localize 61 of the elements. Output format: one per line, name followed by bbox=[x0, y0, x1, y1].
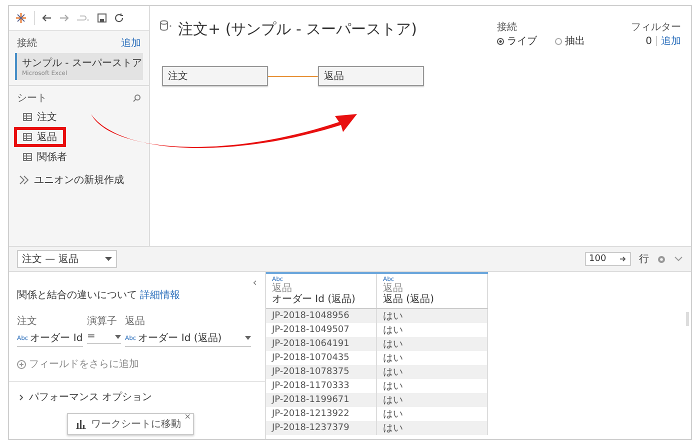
table-cell: JP-2018-1078375 bbox=[266, 365, 376, 379]
table-icon bbox=[23, 133, 32, 141]
chevron-down-icon[interactable] bbox=[674, 256, 683, 262]
join-field-dropdown[interactable]: = bbox=[87, 330, 121, 344]
union-icon bbox=[19, 175, 29, 185]
table-icon bbox=[23, 113, 32, 121]
search-icon[interactable] bbox=[133, 94, 141, 102]
connection-label: 接続 bbox=[497, 20, 518, 34]
table-node[interactable]: 返品 bbox=[318, 66, 424, 86]
collapse-button[interactable]: ‹ bbox=[252, 276, 257, 289]
join-column-header: 演算子 bbox=[87, 314, 118, 328]
connection-mode-radio[interactable]: ライブ bbox=[497, 34, 537, 48]
table-cell: はい bbox=[376, 308, 488, 323]
bar-chart-icon bbox=[76, 420, 86, 428]
save-icon[interactable] bbox=[97, 13, 107, 23]
table-icon bbox=[23, 153, 32, 161]
settings-icon[interactable] bbox=[657, 254, 666, 264]
refresh-icon[interactable] bbox=[114, 13, 124, 23]
rows-label: 行 bbox=[639, 253, 649, 266]
back-icon[interactable] bbox=[42, 13, 52, 23]
connections-label: 接続 bbox=[17, 36, 37, 50]
chevron-right-icon bbox=[19, 394, 24, 400]
rows-input[interactable]: 100 bbox=[585, 252, 631, 266]
table-cell: JP-2018-1237379 bbox=[266, 421, 376, 435]
data-source-title[interactable]: 注文+ (サンプル - スーパーストア) bbox=[178, 20, 417, 39]
filter-count: 0 bbox=[646, 36, 652, 46]
sheet-item[interactable]: 関係者 bbox=[14, 147, 76, 167]
database-icon bbox=[160, 20, 172, 31]
table-cell: JP-2018-1064191 bbox=[266, 337, 376, 351]
redo-icon[interactable] bbox=[76, 13, 90, 23]
table-cell: JP-2018-1199671 bbox=[266, 393, 376, 407]
new-union-item[interactable]: ユニオンの新規作成 bbox=[9, 167, 149, 193]
table-cell: はい bbox=[376, 393, 488, 407]
add-connection-link[interactable]: 追加 bbox=[121, 36, 141, 50]
details-link[interactable]: 詳細情報 bbox=[140, 288, 180, 302]
worksheet-tooltip[interactable]: ワークシートに移動 × bbox=[67, 413, 194, 435]
table-cell: JP-2018-1048956 bbox=[266, 308, 376, 323]
table-cell: はい bbox=[376, 365, 488, 379]
logo-icon bbox=[15, 12, 27, 24]
sheets-label: シート bbox=[17, 92, 47, 105]
dropdown-caret-icon bbox=[245, 336, 251, 340]
plus-circle-icon bbox=[17, 360, 26, 368]
sheet-item[interactable]: 返品 bbox=[14, 127, 66, 147]
relationship-info-text: 関係と結合の違いについて bbox=[17, 288, 137, 302]
sheet-item[interactable]: 注文 bbox=[14, 107, 66, 127]
close-button[interactable]: × bbox=[184, 412, 191, 421]
table-node[interactable]: 注文 bbox=[162, 66, 268, 86]
dropdown-caret-icon bbox=[105, 257, 112, 261]
arrow-icon bbox=[620, 256, 627, 262]
table-cell: はい bbox=[376, 421, 488, 435]
performance-options-toggle[interactable]: パフォーマンス オプション bbox=[9, 382, 265, 412]
add-filter-link[interactable]: 追加 bbox=[661, 34, 681, 48]
add-field-button[interactable]: フィールドをさらに追加 bbox=[9, 351, 265, 382]
join-column-header: 注文 bbox=[17, 314, 38, 328]
connection-mode-radio[interactable]: 抽出 bbox=[555, 34, 585, 48]
forward-icon[interactable] bbox=[59, 13, 69, 23]
join-column-header: 返品 bbox=[125, 314, 146, 328]
table-cell: はい bbox=[376, 337, 488, 351]
dropdown-caret-icon bbox=[115, 334, 121, 338]
relationship-select[interactable]: 注文 — 返品 bbox=[17, 250, 117, 268]
filter-label: フィルター bbox=[631, 21, 681, 34]
